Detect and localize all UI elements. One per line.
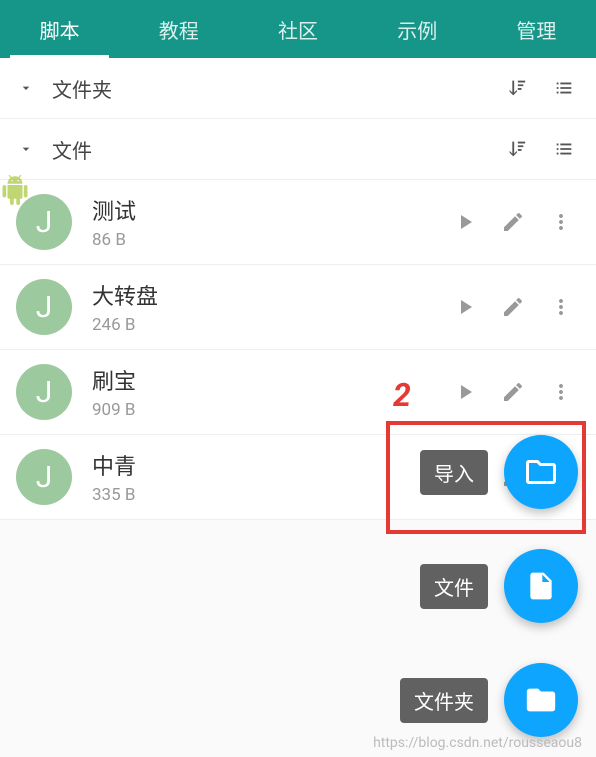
file-name: 大转盘: [92, 279, 436, 311]
tab-community[interactable]: 社区: [238, 0, 357, 58]
file-item[interactable]: J 刷宝 909 B: [0, 350, 596, 435]
fab-menu: 导入 文件 文件夹: [400, 435, 578, 737]
avatar: J: [16, 364, 72, 420]
play-icon[interactable]: [446, 288, 484, 326]
folder-section-label: 文件夹: [52, 74, 484, 103]
file-size: 246 B: [92, 315, 436, 335]
sort-icon[interactable]: [500, 133, 532, 165]
android-overlay-icon: [0, 175, 30, 225]
annotation-number: 2: [393, 376, 411, 414]
chevron-down-icon: [16, 139, 36, 159]
fab-import-label: 导入: [420, 450, 488, 495]
file-name: 刷宝: [92, 364, 436, 396]
file-section-header[interactable]: 文件: [0, 119, 596, 180]
file-name: 中青: [92, 449, 436, 481]
tab-script[interactable]: 脚本: [0, 0, 119, 58]
list-icon[interactable]: [548, 133, 580, 165]
fab-folder-label: 文件夹: [400, 678, 488, 723]
fab-folder-button[interactable]: [504, 663, 578, 737]
file-size: 335 B: [92, 485, 436, 505]
fab-file-label: 文件: [420, 564, 488, 609]
edit-icon[interactable]: [494, 203, 532, 241]
edit-icon[interactable]: [494, 288, 532, 326]
file-section-label: 文件: [52, 135, 484, 164]
file-size: 86 B: [92, 230, 436, 250]
tab-bar: 脚本 教程 社区 示例 管理: [0, 0, 596, 58]
chevron-down-icon: [16, 78, 36, 98]
file-name: 测试: [92, 194, 436, 226]
sort-icon[interactable]: [500, 72, 532, 104]
play-icon[interactable]: [446, 203, 484, 241]
avatar: J: [16, 449, 72, 505]
file-item[interactable]: J 大转盘 246 B: [0, 265, 596, 350]
list-icon[interactable]: [548, 72, 580, 104]
play-icon[interactable]: [446, 373, 484, 411]
edit-icon[interactable]: [494, 373, 532, 411]
tab-tutorial[interactable]: 教程: [119, 0, 238, 58]
file-item[interactable]: J 测试 86 B: [0, 180, 596, 265]
fab-import-button[interactable]: [504, 435, 578, 509]
file-size: 909 B: [92, 400, 436, 420]
more-icon[interactable]: [542, 373, 580, 411]
tab-example[interactable]: 示例: [358, 0, 477, 58]
fab-file-button[interactable]: [504, 549, 578, 623]
watermark: https://blog.csdn.net/rousseaou8: [373, 735, 582, 751]
avatar: J: [16, 279, 72, 335]
more-icon[interactable]: [542, 203, 580, 241]
tab-manage[interactable]: 管理: [477, 0, 596, 58]
more-icon[interactable]: [542, 288, 580, 326]
folder-section-header[interactable]: 文件夹: [0, 58, 596, 119]
